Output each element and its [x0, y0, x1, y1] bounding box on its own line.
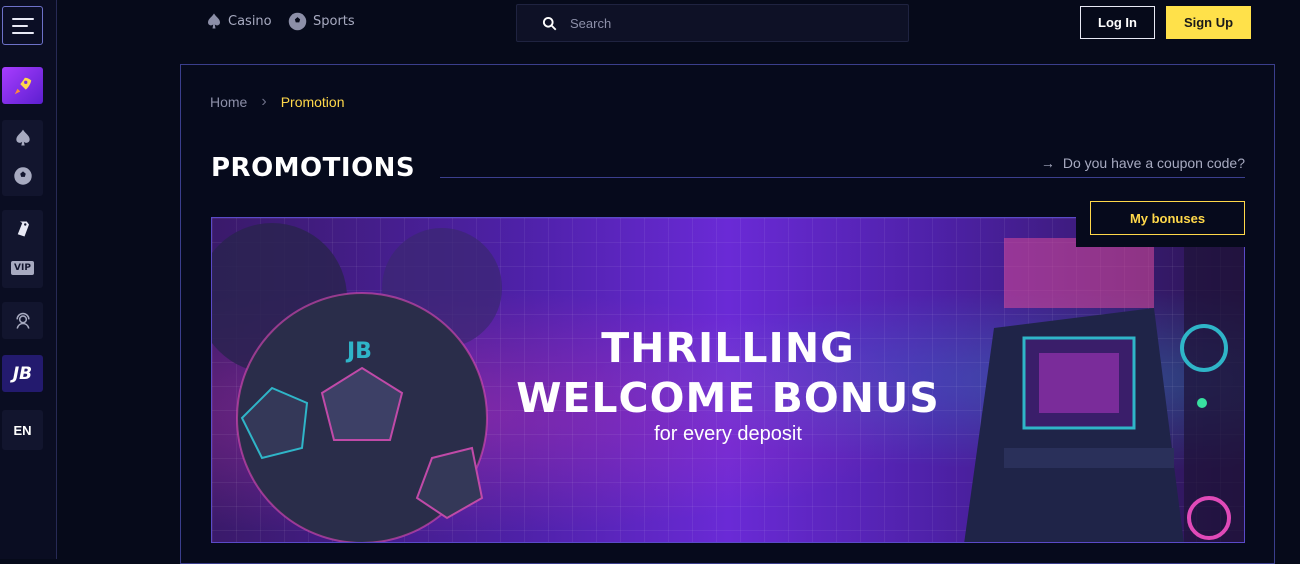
- support-agent-icon: [15, 312, 30, 329]
- coupon-link[interactable]: → Do you have a coupon code?: [1041, 155, 1245, 171]
- signup-button[interactable]: Sign Up: [1166, 6, 1251, 39]
- search-icon: [542, 16, 557, 30]
- promo-banner[interactable]: JB THRILLING WELCOME BONUS for every dep…: [211, 217, 1245, 543]
- sidebar: VIP JB EN: [0, 0, 57, 559]
- breadcrumb-home[interactable]: Home: [210, 94, 247, 110]
- my-bonuses-button[interactable]: My bonuses: [1090, 201, 1245, 235]
- title-divider: [440, 177, 1245, 178]
- search-bar: [516, 4, 909, 42]
- spade-icon: [15, 129, 30, 146]
- nav-casino-label: Casino: [228, 13, 272, 29]
- coupon-link-label: Do you have a coupon code?: [1062, 155, 1245, 171]
- page-title: PROMOTIONS: [211, 153, 416, 183]
- vip-icon: VIP: [11, 261, 34, 275]
- rocket-button[interactable]: [2, 67, 43, 104]
- language-selector[interactable]: EN: [2, 410, 43, 450]
- promotions-panel: Home › Promotion PROMOTIONS → Do you hav…: [180, 64, 1275, 564]
- sidebar-group-games: [2, 120, 43, 196]
- spade-icon: [208, 13, 220, 29]
- nav-sports[interactable]: Sports: [287, 11, 355, 32]
- sidebar-item-sports[interactable]: [2, 158, 43, 194]
- login-button[interactable]: Log In: [1080, 6, 1155, 39]
- nav-casino[interactable]: Casino: [205, 11, 272, 31]
- sidebar-item-jb[interactable]: JB: [2, 355, 43, 392]
- language-label: EN: [13, 422, 32, 438]
- menu-button[interactable]: [2, 6, 43, 45]
- soccer-ball-icon: [12, 166, 33, 186]
- search-input[interactable]: [570, 15, 870, 31]
- breadcrumb: Home › Promotion: [210, 93, 345, 111]
- jb-logo-icon: JB: [12, 363, 33, 384]
- banner-headline: THRILLING WELCOME BONUS for every deposi…: [212, 323, 1244, 446]
- sidebar-group-promo: VIP: [2, 210, 43, 288]
- nav-sports-label: Sports: [313, 14, 355, 29]
- breadcrumb-current: Promotion: [280, 94, 345, 110]
- rocket-icon: [14, 77, 31, 94]
- banner-line-2: WELCOME BONUS: [516, 374, 940, 422]
- banner-line-1: THRILLING: [601, 324, 855, 372]
- arrow-right-icon: →: [1040, 155, 1055, 171]
- sidebar-item-vip[interactable]: VIP: [2, 250, 43, 286]
- soccer-ball-icon: [288, 12, 307, 31]
- hamburger-menu-icon: [11, 17, 34, 34]
- tag-icon: [17, 221, 29, 237]
- sidebar-item-casino[interactable]: [2, 120, 43, 156]
- chevron-right-icon: ›: [261, 93, 267, 110]
- top-bar: Casino Sports Log In Sign Up: [57, 0, 1300, 46]
- sidebar-item-support[interactable]: [2, 302, 43, 339]
- sidebar-item-promotions[interactable]: [2, 210, 43, 248]
- banner-subtitle: for every deposit: [654, 423, 802, 445]
